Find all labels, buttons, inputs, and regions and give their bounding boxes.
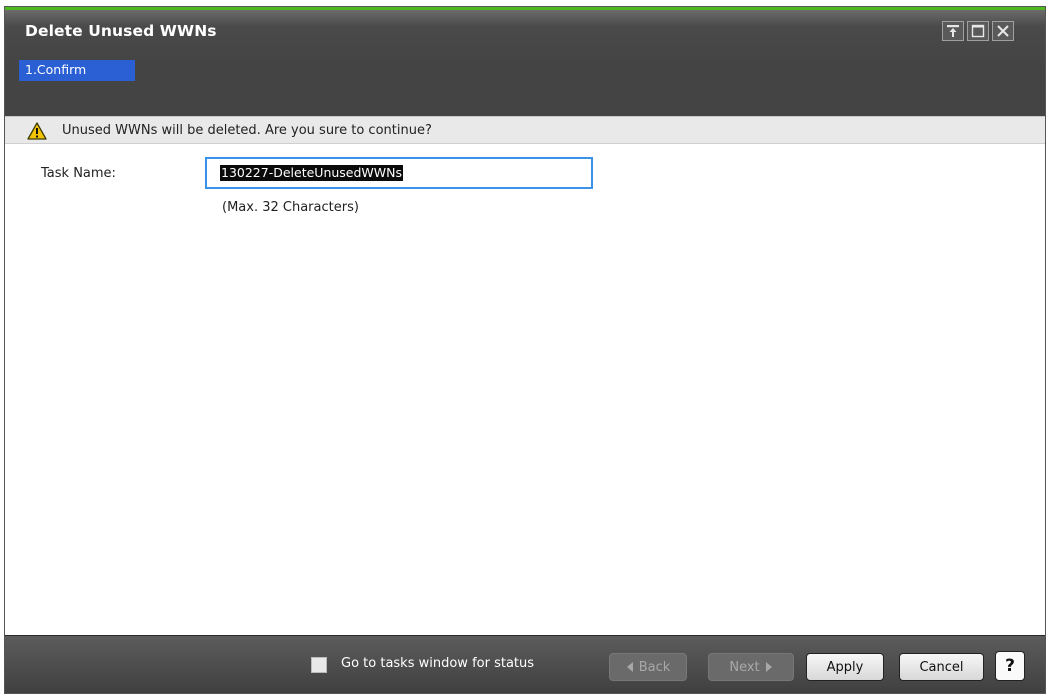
- close-icon: [997, 25, 1009, 37]
- wizard-band: [5, 64, 1045, 116]
- go-to-tasks-label[interactable]: Go to tasks window for status: [341, 656, 534, 671]
- next-button[interactable]: Next: [708, 653, 794, 681]
- help-button[interactable]: ?: [995, 651, 1025, 681]
- wizard-step-confirm: 1.Confirm: [19, 60, 135, 81]
- chevron-right-icon: [765, 662, 772, 672]
- back-button[interactable]: Back: [609, 653, 687, 681]
- window-title: Delete Unused WWNs: [25, 22, 217, 40]
- warning-icon: [27, 122, 47, 144]
- task-name-value: 130227-DeleteUnusedWWNs: [220, 165, 404, 181]
- dialog-window: Delete Unused WWNs 1.Confirm Unused WWNs…: [4, 6, 1046, 694]
- close-button[interactable]: [992, 21, 1014, 41]
- task-name-input[interactable]: 130227-DeleteUnusedWWNs: [205, 157, 593, 189]
- maximize-icon: [971, 24, 985, 38]
- footer-bar: Go to tasks window for status Back Next …: [5, 635, 1045, 693]
- go-to-tasks-checkbox[interactable]: [311, 657, 327, 673]
- apply-button[interactable]: Apply: [806, 653, 884, 681]
- back-label: Back: [638, 659, 671, 675]
- chevron-left-icon: [626, 662, 633, 672]
- maximize-button[interactable]: [967, 21, 989, 41]
- warning-message: Unused WWNs will be deleted. Are you sur…: [62, 123, 432, 138]
- task-name-hint: (Max. 32 Characters): [222, 200, 359, 215]
- task-name-label: Task Name:: [41, 166, 116, 181]
- title-bar[interactable]: Delete Unused WWNs: [5, 10, 1045, 64]
- pin-icon: [947, 25, 959, 37]
- next-label: Next: [729, 659, 760, 675]
- warning-bar: Unused WWNs will be deleted. Are you sur…: [5, 116, 1045, 144]
- pin-button[interactable]: [942, 21, 964, 41]
- cancel-button[interactable]: Cancel: [899, 653, 984, 681]
